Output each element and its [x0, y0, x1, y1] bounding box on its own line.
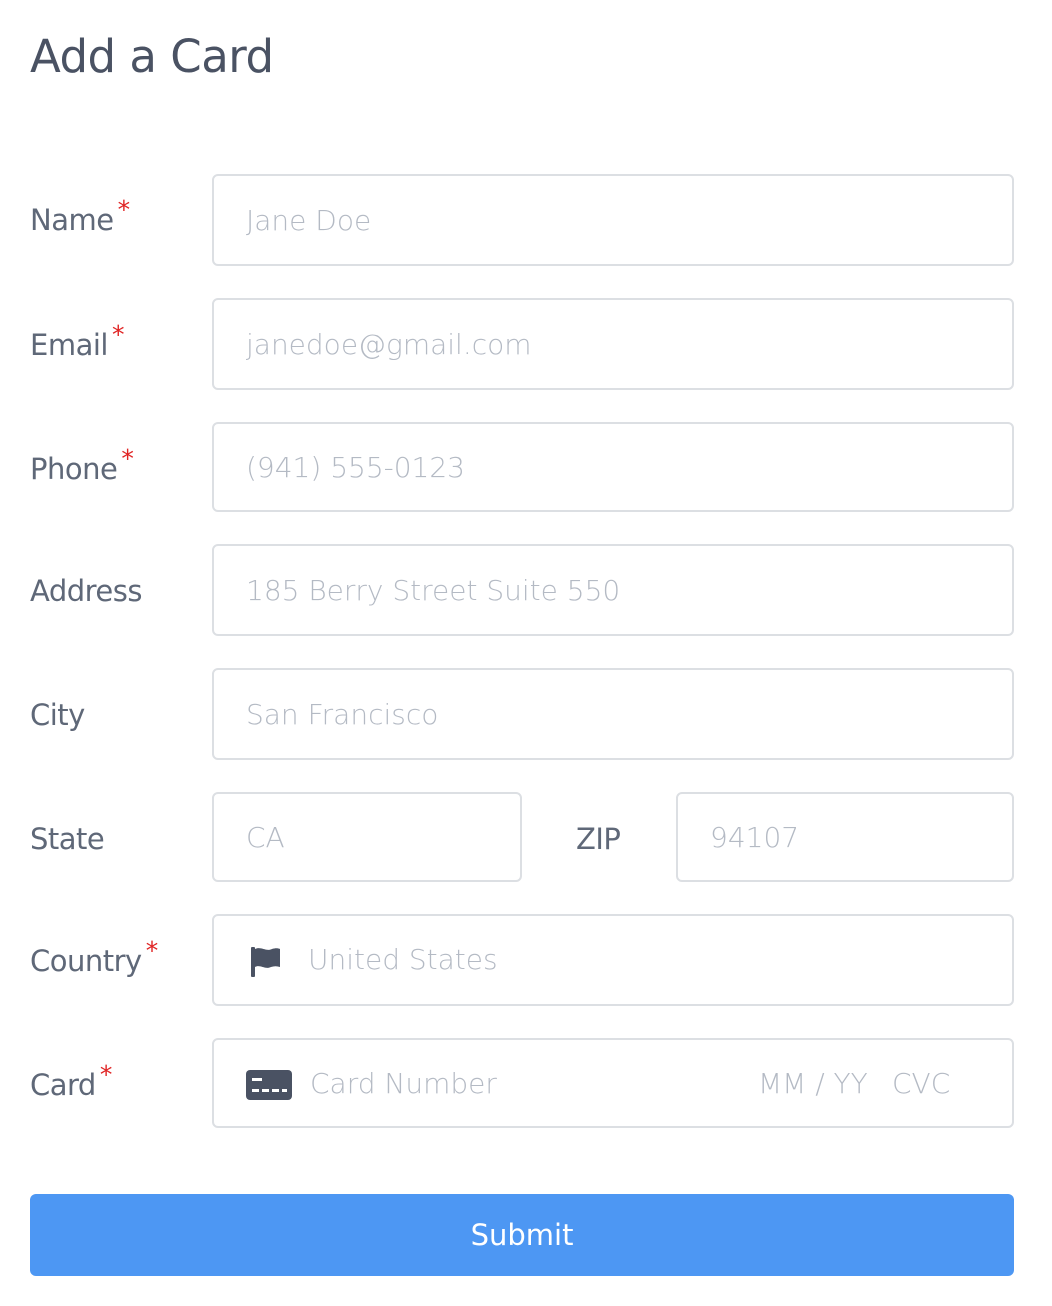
email-label-text: Email [30, 328, 108, 362]
country-select[interactable]: United States [212, 914, 1014, 1006]
zip-label-text: ZIP [576, 822, 621, 856]
required-marker: * [111, 320, 125, 349]
phone-label: Phone * [30, 444, 134, 491]
email-label: Email * [30, 320, 124, 367]
state-field-box [212, 792, 522, 882]
name-field[interactable] [214, 176, 1012, 264]
state-label: State [30, 819, 105, 859]
city-label: City [30, 695, 85, 735]
phone-label-text: Phone [30, 452, 118, 486]
page-title: Add a Card [30, 30, 274, 83]
email-field-box [212, 298, 1014, 390]
card-field-box [212, 1038, 1014, 1128]
flag-icon [249, 945, 283, 979]
name-field-box [212, 174, 1014, 266]
required-marker: * [117, 195, 131, 224]
required-marker: * [121, 444, 134, 473]
required-marker: * [99, 1060, 113, 1089]
country-value: United States [308, 943, 498, 976]
credit-card-icon [246, 1070, 292, 1100]
city-field-box [212, 668, 1014, 760]
country-label: Country * [30, 936, 158, 983]
zip-label: ZIP [576, 819, 621, 859]
country-label-text: Country [30, 944, 142, 978]
card-label-text: Card [30, 1068, 96, 1102]
required-marker: * [145, 936, 159, 965]
zip-field[interactable] [678, 794, 1012, 880]
state-field[interactable] [214, 794, 520, 880]
city-label-text: City [30, 698, 85, 732]
name-label-text: Name [30, 203, 114, 237]
city-field[interactable] [214, 670, 1012, 758]
address-label: Address [30, 571, 143, 611]
email-field[interactable] [214, 300, 1012, 388]
card-expiry-field[interactable] [758, 1040, 878, 1126]
card-number-field[interactable] [310, 1040, 730, 1126]
state-label-text: State [30, 822, 105, 856]
address-label-text: Address [30, 574, 143, 608]
address-field[interactable] [214, 546, 1012, 634]
name-label: Name * [30, 195, 130, 242]
phone-field[interactable] [214, 424, 1012, 510]
phone-field-box [212, 422, 1014, 512]
card-label: Card * [30, 1060, 112, 1107]
card-cvc-field[interactable] [892, 1040, 972, 1126]
address-field-box [212, 544, 1014, 636]
zip-field-box [676, 792, 1014, 882]
submit-button[interactable]: Submit [30, 1194, 1014, 1276]
